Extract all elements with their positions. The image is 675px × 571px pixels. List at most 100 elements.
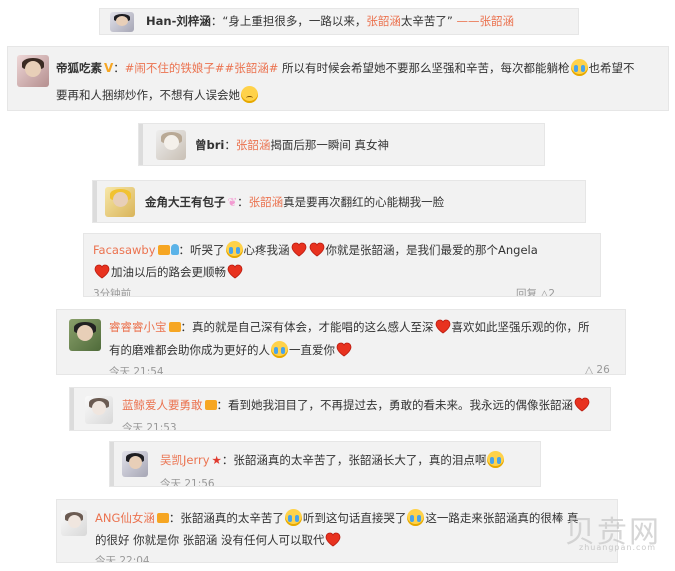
star-icon: ★ [211,453,222,467]
avatar[interactable] [61,510,87,536]
comment-text: ：张韶涵真是要再次翻红的心能糊我一脸 [237,195,444,209]
comment-card: 曾bri：张韶涵揭面后那一瞬间 真女神 [139,124,544,165]
text-segment: 心疼我涵 [243,243,290,257]
comment-card: ANG仙女涵 ：张韶涵真的太辛苦了 听到这句话直接哭了 这一路走来张韶涵真的很棒 真 … [57,500,617,562]
comment-username[interactable]: 曾bri [195,138,224,152]
quote-bar [93,181,97,222]
comment-username[interactable]: 睿睿睿小宝 [109,320,167,334]
cry-emoji-icon [271,341,288,358]
avatar[interactable] [17,55,49,87]
member-badge-icon [204,400,217,410]
text-segment: ：看到她我泪目了，不再提过去，勇敢的看未来。我永远的偶像张韶涵 [216,398,574,412]
comment-username[interactable]: ANG仙女涵 [95,511,155,525]
cry-emoji-icon [487,451,505,468]
text-segment: ：张韶涵真的太辛苦了，张韶涵长大了，真的泪点啊 [221,453,487,467]
comment-username[interactable]: 帝狐吃素 [56,61,102,75]
comment-card: Facasawby ：听哭了 心疼我涵 你就是张韶涵，是我们最爱的那个Angela 加… [84,234,600,296]
comment-card: 帝狐吃素 V：#闹不住的铁娘子##张韶涵# 所以有时候会希望她不要那么坚强和辛苦，… [8,47,668,110]
comment-time: 今天 22:04 [95,555,150,562]
comment-text-continued: 要再和人捆绑炒作，不想有人误会她 [56,86,259,103]
text-segment: ：听哭了 [178,243,225,257]
comment-time: 3分钟前 [93,288,132,296]
heart-icon [573,397,591,412]
text-segment: ： [237,195,249,209]
heart-icon [324,532,342,547]
avatar[interactable] [85,396,113,424]
comment-username[interactable]: 吴凯Jerry [160,453,210,467]
comment-text: ：看到她我泪目了，不再提过去，勇敢的看未来。我永远的偶像张韶涵 [216,397,592,412]
comment-card: 睿睿睿小宝 ：真的就是自己深有体会，才能唱的这么感人至深 喜欢如此坚强乐观的你，所 … [57,310,625,374]
member-badge-icon [156,513,169,523]
comment-time: 今天 21:54 [109,366,164,374]
cry-emoji-icon [407,509,425,526]
highlight-link[interactable]: 张韶涵 [236,138,271,152]
highlight-link[interactable]: #闹不住的铁娘子# [125,61,225,75]
comment-text: ：张韶涵真的太辛苦了 听到这句话直接哭了 这一路走来张韶涵真的很棒 真 [168,509,579,526]
comment-text: ：“身上重担很多，一路以来，张韶涵太辛苦了” ——张韶涵 [211,14,514,28]
comment-text-continued: 的很好 你就是你 张韶涵 没有任何人可以取代 [95,532,342,547]
text-segment: 所以有时候会希望她不要那么坚强和辛苦，每次都能躺枪 [278,61,570,75]
text-segment: ： [113,61,125,75]
comment-username[interactable]: 金角大王有包子 [145,195,226,209]
cry-emoji-icon [570,59,588,76]
avatar[interactable] [122,451,148,477]
comment-text-continued: 加油以后的路会更顺畅 [93,264,244,279]
highlight-link[interactable]: 张韶涵 [249,195,284,209]
heart-icon [335,342,353,357]
comment-text-continued: 有的磨难都会助你成为更好的人 一直爱你 [109,341,353,358]
text-segment: ： [224,138,236,152]
comment-card: 金角大王有包子 ❦：张韶涵真是要再次翻红的心能糊我一脸 [93,181,585,222]
heart-icon [434,319,452,334]
highlight-link[interactable]: 张韶涵 [366,14,401,28]
comment-card: 吴凯Jerry ★：张韶涵真的太辛苦了，张韶涵长大了，真的泪点啊 今天 21:56 [110,442,540,486]
text-segment: 这一路走来张韶涵真的很棒 真 [425,511,579,525]
text-segment: 加油以后的路会更顺畅 [111,265,226,279]
heart-icon [290,242,308,257]
text-segment: 的很好 你就是你 张韶涵 没有任何人可以取代 [95,533,325,547]
quote-bar [110,442,114,486]
verified-icon: V [104,61,114,75]
comment-text: ：张韶涵揭面后那一瞬间 真女神 [224,138,389,152]
comment-text: ：张韶涵真的太辛苦了，张韶涵长大了，真的泪点啊 [221,451,506,468]
quote-bar [70,388,74,430]
avatar[interactable] [110,12,134,32]
text-segment: “身上重担很多，一路以来， [222,14,367,28]
comment-username[interactable]: Facasawby [93,243,156,257]
cry-emoji-icon [225,241,243,258]
text-segment: 一直爱你 [289,343,335,357]
text-segment: 喜欢如此坚强乐观的你，所 [451,320,590,334]
comment-username[interactable]: Han-刘梓涵 [146,14,211,28]
sad-emoji-icon [241,86,258,103]
heart-icon [308,242,326,257]
text-segment: 有的磨难都会助你成为更好的人 [109,343,270,357]
member-badge-icon [168,322,181,332]
comment-time: 今天 21:56 [160,478,215,486]
comment-text: ：真的就是自己深有体会，才能唱的这么感人至深 喜欢如此坚强乐观的你，所 [180,319,590,334]
text-segment: 听到这句话直接哭了 [302,511,407,525]
text-segment: 真是要再次翻红的心能糊我一脸 [283,195,445,209]
heart-icon [93,264,111,279]
member-wing-icon: ❦ [227,195,238,209]
text-segment: 你就是张韶涵，是我们最爱的那个Angela [325,243,538,257]
comment-card: 蓝鲸爱人要勇敢 ：看到她我泪目了，不再提过去，勇敢的看未来。我永远的偶像张韶涵 今… [70,388,610,430]
comment-text: ：#闹不住的铁娘子##张韶涵# 所以有时候会希望她不要那么坚强和辛苦，每次都能躺… [113,59,635,76]
avatar[interactable] [69,319,101,351]
highlight-link[interactable]: ——张韶涵 [453,14,514,28]
avatar[interactable] [156,130,186,160]
comment-actions[interactable]: 回复 △2 [516,286,555,296]
heart-icon [226,264,244,279]
member-badge-icon [157,245,170,255]
text-segment: 也希望不 [588,61,635,75]
highlight-link[interactable]: #张韶涵# [225,61,279,75]
quote-bar [139,124,143,165]
text-segment: ：张韶涵真的太辛苦了 [168,511,284,525]
text-segment: 要再和人捆绑炒作，不想有人误会她 [56,88,240,102]
bulb-icon [170,244,179,255]
comment-actions[interactable]: △ 26 [585,364,610,374]
comment-time: 今天 21:53 [122,422,177,430]
comment-text: ：听哭了 心疼我涵 你就是张韶涵，是我们最爱的那个Angela [178,241,538,258]
text-segment: ： [210,14,223,28]
text-segment: ：真的就是自己深有体会，才能唱的这么感人至深 [180,320,434,334]
avatar[interactable] [105,187,135,217]
comment-username[interactable]: 蓝鲸爱人要勇敢 [122,398,203,412]
